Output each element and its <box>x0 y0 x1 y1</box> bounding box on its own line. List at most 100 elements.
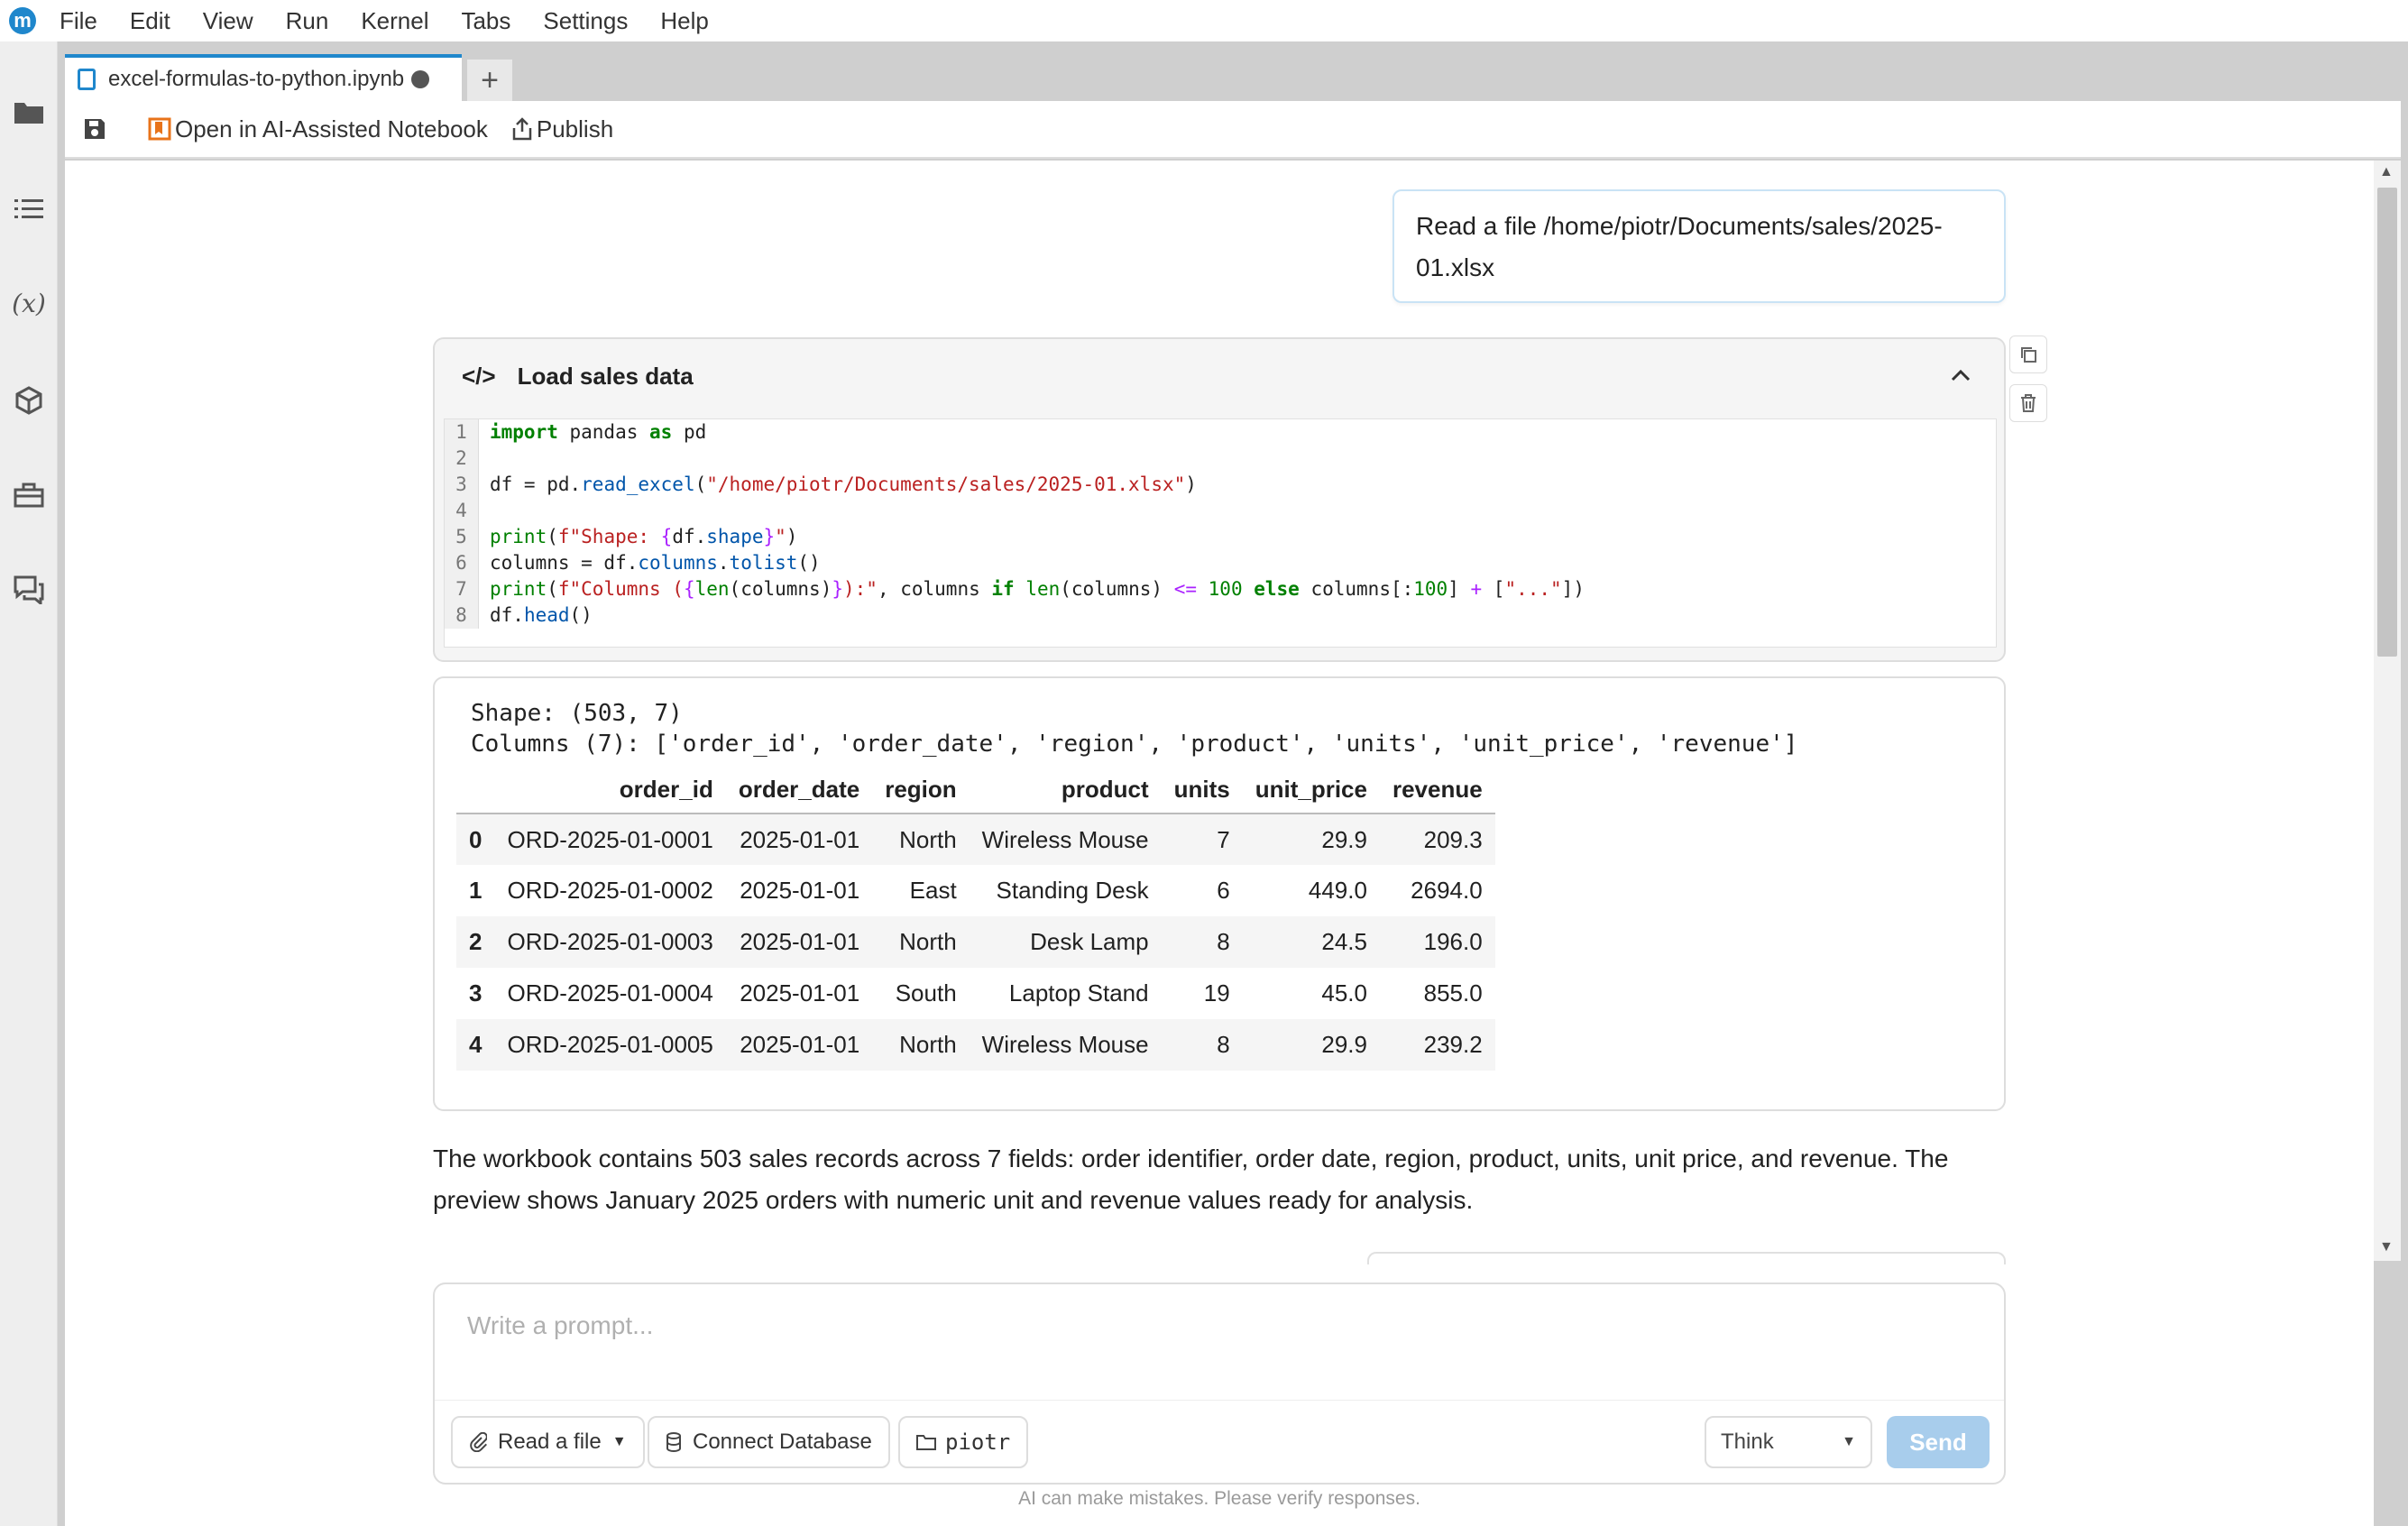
menu-kernel[interactable]: Kernel <box>361 7 428 35</box>
vertical-scrollbar[interactable]: ▲ ▼ <box>2374 161 2401 1261</box>
table-cell: 24.5 <box>1321 928 1367 955</box>
prompt-box: Write a prompt... Read a file ▼ Connect … <box>433 1282 2006 1485</box>
table-cell: 2025-01-01 <box>740 928 860 955</box>
table-cell: North <box>899 928 957 955</box>
connect-database-label: Connect Database <box>693 1429 872 1454</box>
share-icon <box>512 117 532 141</box>
read-file-button[interactable]: Read a file ▼ <box>451 1416 645 1468</box>
column-header <box>456 767 495 814</box>
table-cell: ORD-2025-01-0005 <box>507 1031 713 1058</box>
table-row: 1 ORD-2025-01-0002 2025-01-01 East Stand… <box>456 865 1495 916</box>
table-cell: 8 <box>1217 1031 1230 1058</box>
disclaimer: AI can make mistakes. Please verify resp… <box>1018 1488 1420 1509</box>
save-button[interactable] <box>83 117 106 141</box>
tab-bar: excel-formulas-to-python.ipynb + <box>65 54 512 101</box>
output-text: Shape: (503, 7) Columns (7): ['order_id'… <box>471 700 1798 758</box>
mode-select[interactable]: Think ▼ <box>1705 1416 1872 1468</box>
assistant-summary: The workbook contains 503 sales records … <box>433 1144 1949 1214</box>
package-icon[interactable] <box>7 379 51 422</box>
folder-label: piotr <box>945 1429 1011 1455</box>
table-cell: North <box>899 825 957 853</box>
table-cell: 29.9 <box>1321 825 1367 853</box>
new-tab-button[interactable]: + <box>467 60 512 101</box>
menu-tabs[interactable]: Tabs <box>461 7 510 35</box>
table-cell: 449.0 <box>1308 877 1367 904</box>
scrollbar-thumb[interactable] <box>2377 188 2397 657</box>
prompt-input[interactable]: Write a prompt... <box>467 1311 653 1340</box>
save-icon <box>85 119 105 139</box>
menu-view[interactable]: View <box>203 7 253 35</box>
row-index: 3 <box>469 979 483 1007</box>
table-cell: 19 <box>1203 979 1230 1007</box>
toolbox-icon[interactable] <box>7 473 51 516</box>
scroll-down-icon[interactable]: ▼ <box>2379 1239 2394 1255</box>
menu-run[interactable]: Run <box>286 7 329 35</box>
folder-icon[interactable] <box>7 90 51 133</box>
table-cell: 2694.0 <box>1411 877 1483 904</box>
table-cell: 196.0 <box>1423 928 1483 955</box>
code-icon: </> <box>462 362 496 390</box>
ai-notebook-icon <box>148 117 171 141</box>
delete-button[interactable] <box>2009 384 2047 422</box>
chat-icon[interactable] <box>7 568 51 611</box>
code-line: 7 print(f"Columns ({len(columns)}):", col… <box>445 576 1996 602</box>
table-cell: 209.3 <box>1423 825 1483 853</box>
table-cell: 8 <box>1217 928 1230 955</box>
table-cell: 2025-01-01 <box>740 1031 860 1058</box>
list-icon[interactable] <box>7 188 51 231</box>
database-icon <box>666 1432 681 1452</box>
column-header: region <box>872 767 970 814</box>
table-row: 2 ORD-2025-01-0003 2025-01-01 North Desk… <box>456 916 1495 968</box>
send-button[interactable]: Send <box>1887 1416 1990 1468</box>
column-header: revenue <box>1379 767 1495 814</box>
tab-title: excel-formulas-to-python.ipynb <box>108 67 405 91</box>
row-index: 2 <box>469 928 483 955</box>
table-cell: 239.2 <box>1423 1031 1483 1058</box>
copy-icon <box>2021 347 2036 363</box>
folder-button[interactable]: piotr <box>898 1416 1029 1468</box>
trash-icon <box>2021 394 2036 412</box>
copy-button[interactable] <box>2009 336 2047 373</box>
user-message: Read a file /home/piotr/Documents/sales/… <box>1392 189 2006 303</box>
paperclip-icon <box>470 1432 487 1452</box>
connect-database-button[interactable]: Connect Database <box>648 1416 890 1468</box>
variables-icon[interactable]: (x) <box>7 281 51 325</box>
open-ai-notebook-button[interactable]: Open in AI-Assisted Notebook <box>148 115 488 143</box>
code-line: 5 print(f"Shape: {df.shape}") <box>445 524 1996 550</box>
code-line: 3 df = pd.read_excel("/home/piotr/Documen… <box>445 472 1996 498</box>
tab-notebook[interactable]: excel-formulas-to-python.ipynb <box>65 54 462 101</box>
menu-edit[interactable]: Edit <box>130 7 170 35</box>
table-cell: 45.0 <box>1321 979 1367 1007</box>
table-cell: Wireless Mouse <box>981 1031 1149 1058</box>
column-header: product <box>969 767 1162 814</box>
menu-bar: m File Edit View Run Kernel Tabs Setting… <box>0 0 2408 41</box>
menu-help[interactable]: Help <box>660 7 708 35</box>
read-file-label: Read a file <box>498 1429 602 1454</box>
table-cell: ORD-2025-01-0001 <box>507 825 713 853</box>
chevron-down-icon: ▼ <box>611 1434 627 1449</box>
code-editor[interactable]: 1 import pandas as pd 2 3 df = pd.read_exc… <box>444 418 1997 648</box>
app-logo: m <box>9 7 36 34</box>
table-cell: 2025-01-01 <box>740 979 860 1007</box>
menu-settings[interactable]: Settings <box>543 7 628 35</box>
row-index: 0 <box>469 825 483 853</box>
table-cell: ORD-2025-01-0002 <box>507 877 713 904</box>
scroll-up-icon[interactable]: ▲ <box>2379 164 2394 180</box>
menu-file[interactable]: File <box>60 7 97 35</box>
code-cell: </> Load sales data 1 import pandas as pd… <box>433 337 2006 662</box>
column-header: unit_price <box>1242 767 1380 814</box>
table-cell: East <box>909 877 957 904</box>
table-cell: 6 <box>1217 877 1230 904</box>
table-cell: North <box>899 1031 957 1058</box>
publish-button[interactable]: Publish <box>511 115 613 143</box>
table-header-row: order_id order_date region product units… <box>456 767 1495 814</box>
prompt-divider <box>435 1400 2004 1401</box>
table-cell: South <box>895 979 957 1007</box>
collapse-icon[interactable] <box>1950 361 1971 389</box>
table-row: 0 ORD-2025-01-0001 2025-01-01 North Wire… <box>456 814 1495 865</box>
code-line: 8 df.head() <box>445 602 1996 629</box>
cell-header[interactable]: </> Load sales data <box>435 339 2004 413</box>
publish-label: Publish <box>536 115 614 142</box>
unsaved-dot-icon[interactable] <box>411 70 429 88</box>
row-index: 4 <box>469 1031 483 1058</box>
